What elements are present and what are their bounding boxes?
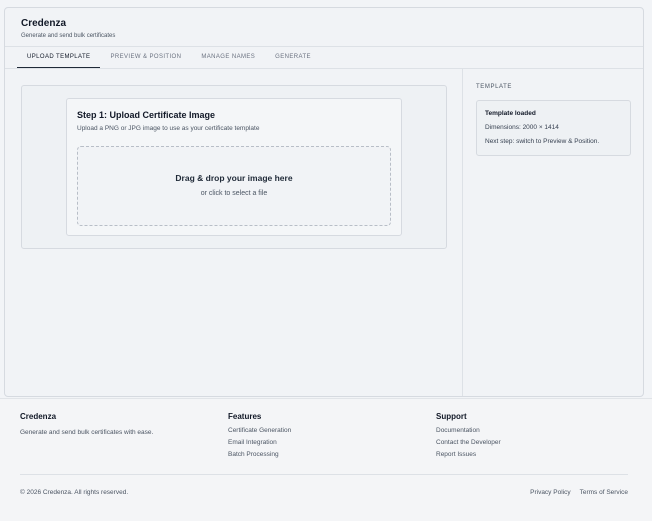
footer-link-batch-processing[interactable]: Batch Processing (228, 449, 291, 461)
tab-manage-names[interactable]: Manage Names (191, 47, 265, 68)
main-panel: Step 1: Upload Certificate Image Upload … (5, 69, 463, 396)
tab-bar: Upload Template Preview & Position Manag… (5, 47, 643, 69)
image-dropzone[interactable]: Drag & drop your image here or click to … (77, 146, 391, 226)
footer-brand-title: Credenza (20, 412, 57, 421)
footer-brand: Credenza Generate and send bulk certific… (20, 412, 153, 437)
footer-features-heading: Features (228, 412, 262, 421)
app-subtitle: Generate and send bulk certificates (21, 33, 116, 39)
dropzone-title: Drag & drop your image here (175, 173, 293, 183)
step-title: Step 1: Upload Certificate Image (77, 110, 216, 120)
footer-features: Features Certificate Generation Email In… (228, 412, 291, 461)
footer-support: Support Documentation Contact the Develo… (436, 412, 501, 461)
tab-preview-position[interactable]: Preview & Position (100, 47, 191, 68)
template-next-step: Next step: switch to Preview & Position. (485, 138, 600, 145)
dropzone-subtitle: or click to select a file (200, 190, 268, 197)
footer: Credenza Generate and send bulk certific… (0, 398, 652, 521)
template-status-title: Template loaded (485, 110, 536, 117)
footer-divider (20, 474, 628, 475)
footer-link-contact-developer[interactable]: Contact the Developer (436, 437, 501, 449)
footer-link-report-issues[interactable]: Report Issues (436, 449, 501, 461)
sidebar-heading: Template (476, 84, 513, 90)
footer-tagline: Generate and send bulk certificates with… (20, 429, 154, 436)
footer-legal-links: Privacy Policy Terms of Service (530, 489, 628, 497)
template-sidebar: Template Template loaded Dimensions: 200… (464, 69, 643, 396)
tab-upload-template[interactable]: Upload Template (17, 47, 101, 68)
template-dimensions: Dimensions: 2000 × 1414 (485, 124, 559, 131)
content-area: Step 1: Upload Certificate Image Upload … (5, 69, 643, 396)
step-description: Upload a PNG or JPG image to use as your… (77, 125, 260, 132)
app-title: Credenza (21, 18, 67, 29)
footer-copyright: © 2026 Credenza. All rights reserved. (20, 489, 129, 496)
footer-support-heading: Support (436, 412, 467, 421)
terms-of-service-link[interactable]: Terms of Service (580, 489, 628, 497)
footer-link-email-integration[interactable]: Email Integration (228, 437, 291, 449)
app-window: Credenza Generate and send bulk certific… (4, 7, 644, 397)
app-header: Credenza Generate and send bulk certific… (5, 8, 643, 47)
tab-generate[interactable]: Generate (265, 47, 321, 68)
privacy-policy-link[interactable]: Privacy Policy (530, 489, 570, 497)
footer-link-documentation[interactable]: Documentation (436, 425, 501, 437)
upload-panel: Step 1: Upload Certificate Image Upload … (21, 85, 447, 249)
template-status-card: Template loaded Dimensions: 2000 × 1414 … (476, 100, 631, 156)
upload-card: Step 1: Upload Certificate Image Upload … (66, 98, 402, 236)
footer-link-certificate-generation[interactable]: Certificate Generation (228, 425, 291, 437)
